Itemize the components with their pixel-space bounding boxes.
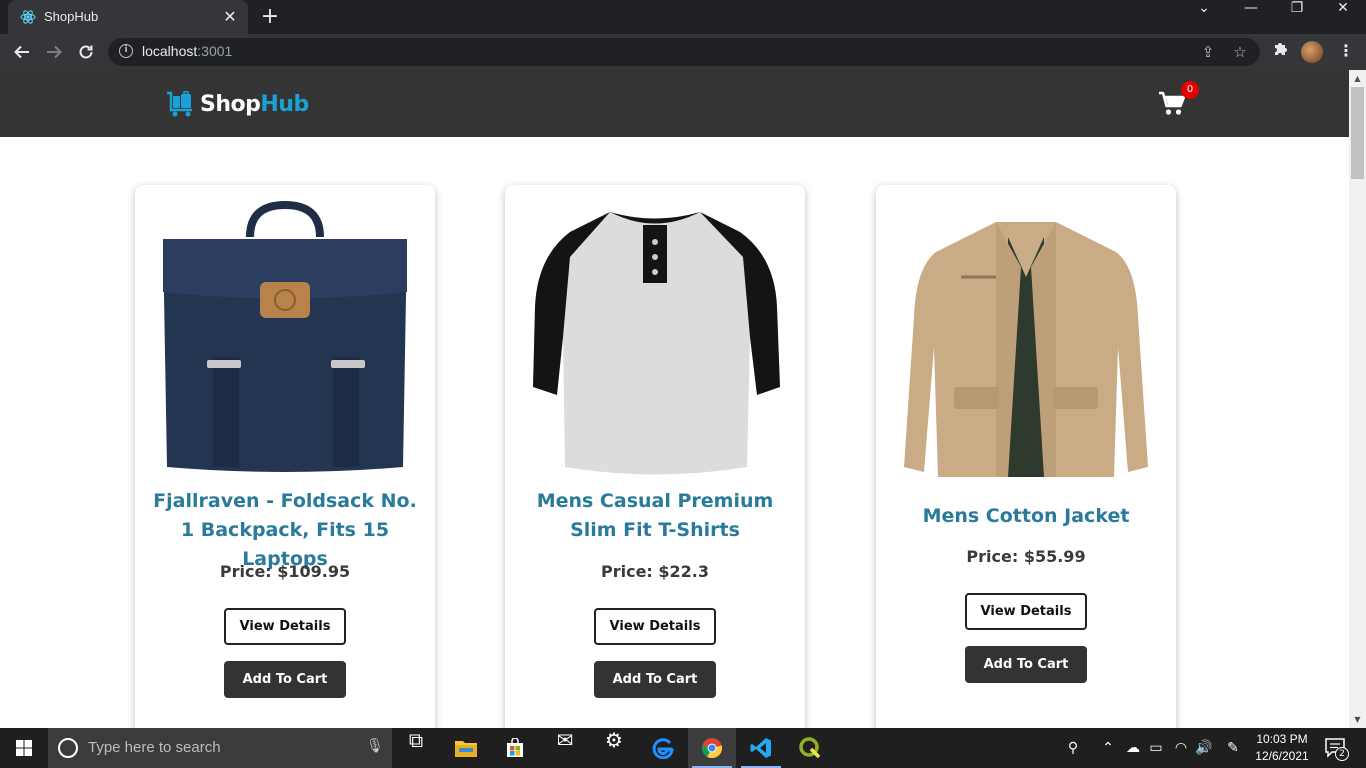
profile-avatar[interactable] xyxy=(1301,41,1323,63)
windows-taskbar: Type here to search 🎙 ⧉ ✉ ⚙ ⚲ ⌃ ☁ ▭ ◠ 🔊 … xyxy=(0,728,1366,768)
browser-menu-icon[interactable]: ⋮ xyxy=(1336,40,1356,64)
extensions-puzzle-icon[interactable] xyxy=(1270,41,1290,61)
forward-button[interactable] xyxy=(42,40,66,64)
page-viewport: ShopHub 0 Fjallraven - Foldsack No. 1 Ba… xyxy=(0,70,1349,728)
people-icon[interactable]: ⚲ xyxy=(1063,738,1083,758)
site-header: ShopHub 0 xyxy=(0,70,1349,137)
back-arrow-icon xyxy=(14,45,29,59)
view-details-button[interactable]: View Details xyxy=(965,593,1087,630)
cart-count-badge: 0 xyxy=(1181,81,1199,99)
pen-workspace-icon[interactable]: ✎ xyxy=(1223,738,1243,758)
product-title[interactable]: Mens Cotton Jacket xyxy=(892,502,1160,531)
file-explorer-icon[interactable] xyxy=(442,728,490,768)
url-host: localhost xyxy=(142,43,198,59)
show-hidden-icons-chevron[interactable]: ⌃ xyxy=(1098,738,1118,758)
tshirt-image xyxy=(533,212,780,475)
qgis-logo-icon xyxy=(799,737,821,759)
react-icon xyxy=(20,10,36,24)
scroll-up-arrow-icon[interactable]: ▲ xyxy=(1349,70,1366,87)
notification-count-badge: 2 xyxy=(1335,747,1349,761)
product-card: Mens Cotton Jacket Price: $55.99 View De… xyxy=(876,185,1176,728)
puzzle-icon xyxy=(1275,43,1287,55)
view-details-button[interactable]: View Details xyxy=(594,608,716,645)
tab-search-dropdown[interactable]: ⌄ xyxy=(1181,0,1227,30)
chrome-icon[interactable] xyxy=(688,728,736,768)
taskbar-search-box[interactable]: Type here to search 🎙 xyxy=(48,728,392,768)
product-price: Price: $22.3 xyxy=(600,562,709,581)
product-price: Price: $55.99 xyxy=(966,547,1086,566)
battery-icon[interactable]: ▭ xyxy=(1146,738,1166,758)
luggage-cart-icon xyxy=(167,91,192,117)
url-port: :3001 xyxy=(197,43,233,59)
backpack-image xyxy=(163,200,407,472)
product-card: Mens Casual Premium Slim Fit T-Shirts Pr… xyxy=(505,185,805,728)
edge-browser-icon[interactable] xyxy=(639,728,687,768)
view-details-button[interactable]: View Details xyxy=(224,608,346,645)
back-button[interactable] xyxy=(10,40,34,64)
logo-text-hub: Hub xyxy=(260,91,309,117)
add-to-cart-button[interactable]: Add To Cart xyxy=(224,661,346,698)
settings-gear-icon[interactable]: ⚙ xyxy=(590,728,638,768)
minimize-button[interactable]: — xyxy=(1228,0,1274,30)
new-tab-button[interactable]: + xyxy=(258,5,282,29)
onedrive-cloud-icon[interactable]: ☁ xyxy=(1123,738,1143,758)
address-bar[interactable]: i localhost:3001 ⇪ ☆ xyxy=(108,38,1260,66)
restore-button[interactable]: ❐ xyxy=(1274,0,1320,30)
product-price: Price: $109.95 xyxy=(219,562,351,581)
site-info-icon[interactable]: i xyxy=(119,44,133,58)
site-logo[interactable]: ShopHub xyxy=(166,90,309,118)
start-button[interactable] xyxy=(0,728,48,768)
edge-logo-icon xyxy=(652,738,674,760)
mail-icon[interactable]: ✉ xyxy=(541,728,589,768)
close-tab-icon[interactable]: ✕ xyxy=(220,7,240,27)
jacket-image xyxy=(904,222,1148,477)
qgis-icon[interactable] xyxy=(786,728,834,768)
add-to-cart-button[interactable]: Add To Cart xyxy=(965,646,1087,683)
wifi-icon[interactable]: ◠ xyxy=(1171,738,1191,758)
page-scrollbar[interactable]: ▲ ▼ xyxy=(1349,70,1366,728)
add-to-cart-button[interactable]: Add To Cart xyxy=(594,661,716,698)
task-view-icon[interactable]: ⧉ xyxy=(392,728,440,768)
close-window-button[interactable]: ✕ xyxy=(1320,0,1366,30)
chrome-logo-icon xyxy=(701,738,723,759)
logo-text: ShopHub xyxy=(200,92,309,117)
microphone-icon[interactable]: 🎙 xyxy=(366,738,384,758)
product-card: Fjallraven - Foldsack No. 1 Backpack, Fi… xyxy=(135,185,435,728)
windows-logo-icon xyxy=(16,740,32,756)
cortana-icon xyxy=(58,738,78,758)
search-placeholder: Type here to search xyxy=(88,739,221,756)
vscode-icon[interactable] xyxy=(737,728,785,768)
browser-toolbar: i localhost:3001 ⇪ ☆ ⋮ xyxy=(0,34,1366,70)
browser-tab[interactable]: ShopHub ✕ xyxy=(8,0,248,34)
browser-tab-strip: ShopHub ✕ + ⌄ — ❐ ✕ xyxy=(0,0,1366,34)
vscode-logo-icon xyxy=(750,738,771,758)
folder-icon xyxy=(455,741,477,757)
reload-button[interactable] xyxy=(74,40,98,64)
reload-icon xyxy=(79,45,93,59)
share-icon[interactable]: ⇪ xyxy=(1198,42,1218,62)
volume-speaker-icon[interactable]: 🔊 xyxy=(1194,738,1214,758)
product-title[interactable]: Fjallraven - Foldsack No. 1 Backpack, Fi… xyxy=(151,487,419,574)
clock-date: 12/6/2021 xyxy=(1255,749,1309,763)
logo-text-shop: Shop xyxy=(200,91,261,117)
tab-title: ShopHub xyxy=(44,9,99,24)
bookmark-star-icon[interactable]: ☆ xyxy=(1230,42,1250,62)
system-clock[interactable]: 10:03 PM 12/6/2021 xyxy=(1250,731,1314,765)
forward-arrow-icon xyxy=(47,45,62,59)
product-title[interactable]: Mens Casual Premium Slim Fit T-Shirts xyxy=(521,487,789,545)
scroll-thumb[interactable] xyxy=(1351,87,1364,179)
clock-time: 10:03 PM xyxy=(1256,732,1308,746)
url-text[interactable]: localhost:3001 xyxy=(142,43,232,59)
scroll-down-arrow-icon[interactable]: ▼ xyxy=(1349,711,1366,728)
store-bag-icon xyxy=(507,737,523,757)
microsoft-store-icon[interactable] xyxy=(491,728,539,768)
